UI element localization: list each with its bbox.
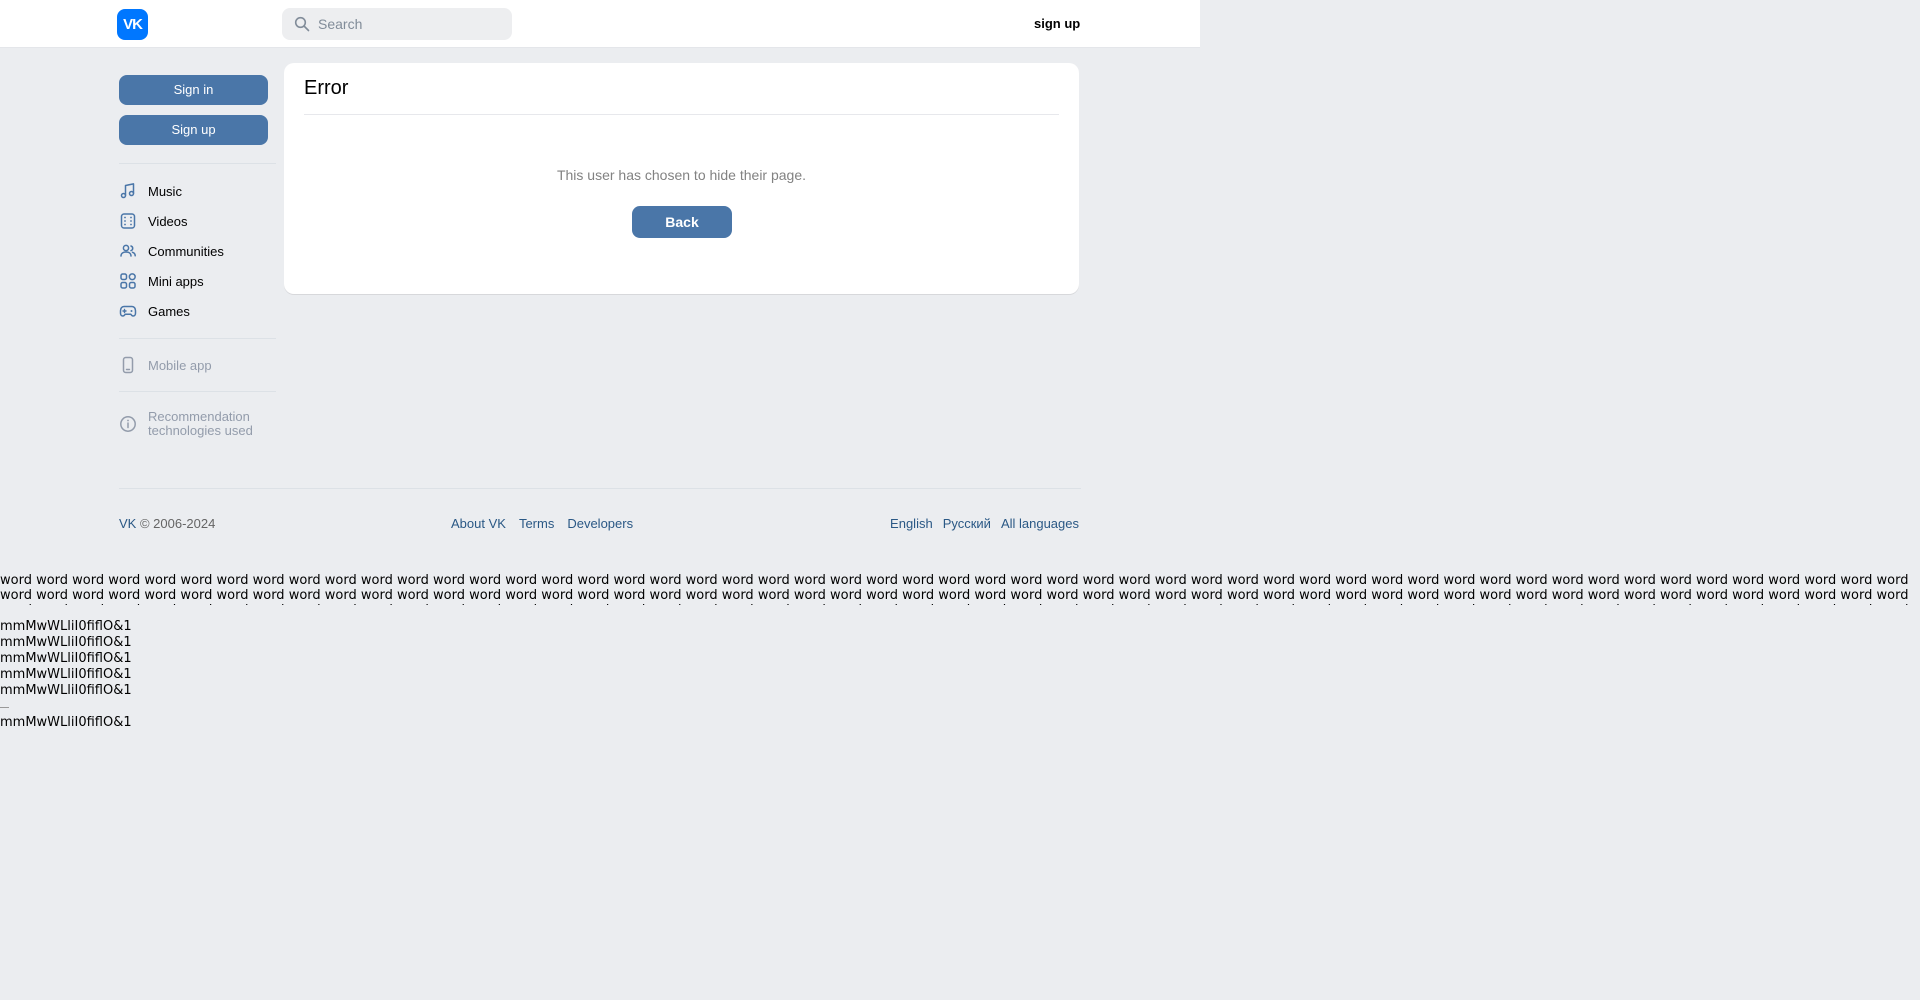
search-box[interactable] xyxy=(282,8,512,40)
sidebar-item-label: Games xyxy=(148,303,190,319)
copyright-text: © 2006-2024 xyxy=(136,516,216,531)
sidebar-item-music[interactable]: Music xyxy=(119,176,276,206)
footer-divider xyxy=(119,488,1081,489)
filler-dash xyxy=(0,699,132,715)
sidebar-item-label: Mobile app xyxy=(148,357,212,373)
sidebar-nav: Music Videos Communities Mini apps Games xyxy=(119,176,276,326)
sidebar-item-label: Communities xyxy=(148,243,224,259)
footer-link-developers[interactable]: Developers xyxy=(567,516,633,531)
sidebar-item-label: Videos xyxy=(148,213,188,229)
error-message: This user has chosen to hide their page. xyxy=(556,167,807,183)
sidebar-item-videos[interactable]: Videos xyxy=(119,206,276,236)
music-note-icon xyxy=(120,183,135,199)
gamepad-icon xyxy=(119,305,137,317)
sidebar-item-recommendation[interactable]: Recommendation technologies used xyxy=(119,404,276,444)
filler-line: mmMwWLliI0fiflO&1 xyxy=(0,619,132,634)
video-icon xyxy=(120,213,136,229)
lang-all[interactable]: All languages xyxy=(1001,516,1079,531)
header-signup-link[interactable]: sign up xyxy=(1034,16,1080,31)
footer-link-terms[interactable]: Terms xyxy=(519,516,554,531)
filler-line: mmMwWLliI0fiflO&1 xyxy=(0,651,132,666)
sidebar-divider xyxy=(119,338,276,339)
sidebar-item-games[interactable]: Games xyxy=(119,296,276,326)
filler-word-block: word word word word word word word word … xyxy=(0,573,1909,605)
error-card: Error This user has chosen to hide their… xyxy=(284,63,1079,294)
filler-line: mmMwWLliI0fiflO&1 xyxy=(0,715,132,730)
footer-brand-link[interactable]: VK xyxy=(119,516,136,531)
footer-link-about[interactable]: About VK xyxy=(451,516,506,531)
info-icon xyxy=(120,416,136,432)
sidebar-divider xyxy=(119,163,276,164)
sidebar-item-label: Recommendation technologies used xyxy=(148,409,253,438)
search-icon xyxy=(294,16,310,32)
signup-button[interactable]: Sign up xyxy=(119,115,268,145)
grid-icon xyxy=(120,273,136,289)
lang-english[interactable]: English xyxy=(890,516,933,531)
sidebar-divider xyxy=(119,391,276,392)
communities-icon xyxy=(120,244,136,257)
sidebar-item-mobile-app[interactable]: Mobile app xyxy=(119,350,276,380)
filler-line: mmMwWLliI0fiflO&1 xyxy=(0,683,132,698)
top-header: VK sign up xyxy=(0,0,1200,48)
back-button[interactable]: Back xyxy=(632,206,732,238)
search-input[interactable] xyxy=(318,16,498,32)
signin-button[interactable]: Sign in xyxy=(119,75,268,105)
footer-languages: English Русский All languages xyxy=(890,516,1079,531)
filler-line: mmMwWLliI0fiflO&1 xyxy=(0,667,132,682)
vk-logo[interactable]: VK xyxy=(117,9,148,40)
sidebar-item-communities[interactable]: Communities xyxy=(119,236,276,266)
filler-line: mmMwWLliI0fiflO&1 xyxy=(0,635,132,650)
sidebar-item-label: Music xyxy=(148,183,182,199)
left-sidebar: Sign in Sign up Music Videos Communities… xyxy=(119,75,276,444)
footer-links: About VK Terms Developers xyxy=(451,516,633,531)
filler-line-block: mmMwWLliI0fiflO&1 mmMwWLliI0fiflO&1 mmMw… xyxy=(0,619,132,731)
card-divider xyxy=(304,114,1059,115)
sidebar-item-mini-apps[interactable]: Mini apps xyxy=(119,266,276,296)
mobile-phone-icon xyxy=(122,356,134,374)
page-title: Error xyxy=(304,77,349,99)
lang-russian[interactable]: Русский xyxy=(943,516,991,531)
footer-copyright: VK © 2006-2024 xyxy=(119,516,215,531)
sidebar-item-label: Mini apps xyxy=(148,273,204,289)
